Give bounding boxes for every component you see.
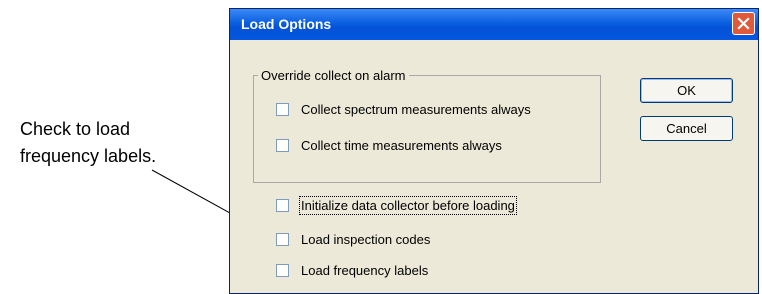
dialog-title: Load Options: [241, 16, 332, 32]
override-collect-group: [253, 75, 601, 183]
group-label: Override collect on alarm: [258, 68, 409, 83]
checkbox-label: Initialize data collector before loading: [299, 196, 517, 215]
load-options-dialog: Load Options Override collect on alarm C…: [229, 8, 759, 294]
ok-button[interactable]: OK: [640, 78, 733, 103]
cancel-button[interactable]: Cancel: [640, 116, 733, 141]
collect-time-checkbox[interactable]: Collect time measurements always: [276, 138, 502, 153]
checkbox-box[interactable]: [276, 139, 289, 152]
collect-spectrum-checkbox[interactable]: Collect spectrum measurements always: [276, 102, 531, 117]
checkbox-label: Load frequency labels: [301, 263, 429, 278]
callout-text: Check to load frequency labels.: [20, 116, 210, 170]
checkbox-label: Collect spectrum measurements always: [301, 102, 531, 117]
checkbox-box[interactable]: [276, 103, 289, 116]
checkbox-box[interactable]: [276, 264, 289, 277]
title-bar: Load Options: [230, 9, 758, 40]
checkbox-box[interactable]: [276, 233, 289, 246]
checkbox-box[interactable]: [276, 199, 289, 212]
initialize-collector-checkbox[interactable]: Initialize data collector before loading: [276, 196, 517, 215]
close-button[interactable]: [732, 12, 755, 35]
close-x-icon: [737, 17, 750, 30]
checkbox-label: Load inspection codes: [301, 232, 431, 247]
load-frequency-labels-checkbox[interactable]: Load frequency labels: [276, 263, 428, 278]
checkbox-label: Collect time measurements always: [301, 138, 502, 153]
callout-line-1: Check to load: [20, 119, 131, 139]
load-inspection-codes-checkbox[interactable]: Load inspection codes: [276, 232, 430, 247]
callout-line-2: frequency labels.: [20, 146, 157, 166]
